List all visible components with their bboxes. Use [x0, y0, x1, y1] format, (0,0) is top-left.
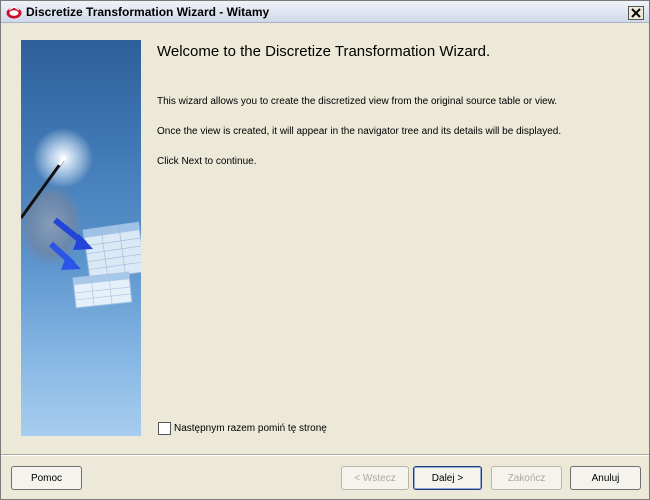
- magic-wand-tables-illustration: [21, 40, 141, 436]
- finish-button[interactable]: Zakończ: [491, 466, 562, 490]
- skip-page-label[interactable]: Następnym razem pomiń tę stronę: [174, 423, 327, 434]
- intro-paragraph: This wizard allows you to create the dis…: [157, 96, 558, 107]
- oracle-wizard-icon: [6, 5, 22, 19]
- wizard-window: Discretize Transformation Wizard - Witam…: [0, 0, 650, 500]
- cancel-button[interactable]: Anuluj: [570, 466, 641, 490]
- close-icon: [631, 8, 641, 18]
- welcome-heading: Welcome to the Discretize Transformation…: [157, 43, 491, 60]
- close-button[interactable]: [628, 6, 644, 20]
- back-button[interactable]: < Wstecz: [341, 466, 409, 490]
- continue-paragraph: Click Next to continue.: [157, 156, 257, 167]
- title-bar[interactable]: Discretize Transformation Wizard - Witam…: [1, 1, 649, 23]
- details-paragraph: Once the view is created, it will appear…: [157, 126, 562, 137]
- help-button[interactable]: Pomoc: [11, 466, 82, 490]
- window-title: Discretize Transformation Wizard - Witam…: [26, 5, 270, 19]
- skip-page-option[interactable]: Następnym razem pomiń tę stronę: [158, 421, 327, 435]
- separator: [1, 454, 649, 456]
- next-button[interactable]: Dalej >: [413, 466, 482, 490]
- skip-page-checkbox[interactable]: [158, 421, 171, 435]
